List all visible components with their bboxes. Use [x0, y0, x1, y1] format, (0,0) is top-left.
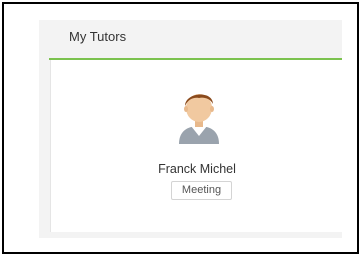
window-frame: My Tutors Franck Michel Meeting: [2, 2, 359, 254]
card-header: My Tutors: [49, 20, 342, 59]
user-avatar-icon: [177, 86, 221, 144]
card-body: Franck Michel Meeting: [50, 60, 343, 232]
card-title: My Tutors: [69, 29, 127, 44]
my-tutors-card: My Tutors Franck Michel Meeting: [39, 20, 343, 238]
meeting-button[interactable]: Meeting: [171, 181, 232, 200]
tutor-name: Franck Michel: [158, 162, 236, 176]
